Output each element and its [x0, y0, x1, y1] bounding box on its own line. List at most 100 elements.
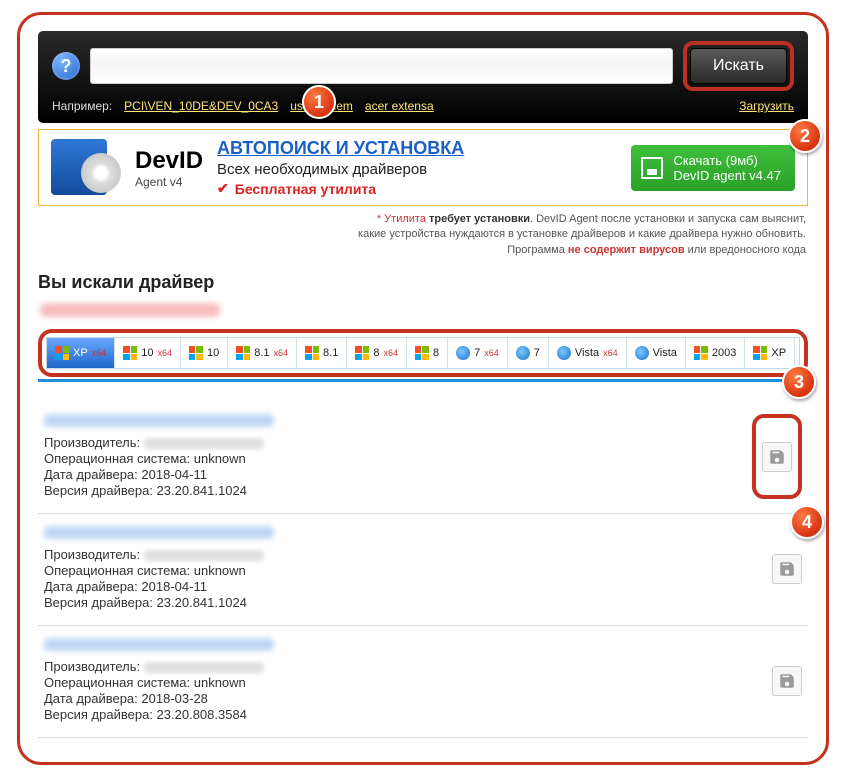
windows-icon — [305, 346, 319, 360]
value-date: 2018-03-28 — [141, 691, 208, 706]
os-tab-label: 2003 — [712, 347, 736, 359]
search-button[interactable]: Искать — [690, 48, 787, 84]
arch-sup: x64 — [92, 348, 107, 358]
windows-orb-icon — [516, 346, 530, 360]
result-title-blur — [44, 526, 274, 539]
os-tab-12[interactable]: XP — [745, 338, 795, 368]
download-line2: DevID agent v4.47 — [673, 168, 781, 183]
os-tab-label: 10 — [207, 347, 219, 359]
result-title-blur — [44, 638, 274, 651]
badge-1: 1 — [302, 85, 336, 119]
label-manufacturer: Производитель: — [44, 659, 140, 674]
label-manufacturer: Производитель: — [44, 435, 140, 450]
os-tab-label: Vista — [575, 347, 599, 359]
badge-2: 2 — [788, 119, 822, 153]
label-date: Дата драйвера: — [44, 579, 138, 594]
hint-link-0[interactable]: PCI\VEN_10DE&DEV_0CA3 — [124, 99, 278, 113]
os-tab-10[interactable]: Vista — [627, 338, 686, 368]
value-version: 23.20.841.1024 — [157, 595, 247, 610]
promo-banner: DevID Agent v4 АВТОПОИСК И УСТАНОВКА Все… — [38, 129, 808, 206]
value-blur — [144, 438, 264, 449]
os-tab-11[interactable]: 2003 — [686, 338, 745, 368]
arch-sup: x64 — [484, 348, 499, 358]
windows-orb-icon — [635, 346, 649, 360]
value-os: unknown — [194, 675, 246, 690]
download-button[interactable]: Скачать (9мб) DevID agent v4.47 — [631, 145, 795, 191]
arch-sup: x64 — [157, 348, 172, 358]
windows-icon — [123, 346, 137, 360]
result-item: Производитель: Операционная система: unk… — [38, 626, 808, 738]
os-tab-label: 7 — [534, 347, 540, 359]
windows-flag-icon — [753, 346, 767, 360]
download-icon[interactable] — [762, 442, 792, 472]
os-tab-2[interactable]: 10 — [181, 338, 228, 368]
os-tab-9[interactable]: Vistax64 — [549, 338, 627, 368]
check-icon: ✔ — [217, 180, 229, 197]
download-line1: Скачать (9мб) — [673, 153, 781, 168]
results-heading: Вы искали драйвер — [38, 272, 808, 293]
tabs-underline — [38, 379, 808, 382]
value-date: 2018-04-11 — [141, 579, 207, 594]
os-tab-label: 8 — [433, 347, 439, 359]
label-os: Операционная система: — [44, 563, 190, 578]
os-tab-13[interactable]: 2000 — [795, 338, 800, 368]
devid-logo-icon — [51, 139, 121, 197]
download-icon[interactable] — [772, 554, 802, 584]
result-item: Производитель: Операционная система: unk… — [38, 402, 808, 514]
os-tab-label: XP — [771, 347, 786, 359]
badge-3: 3 — [782, 365, 816, 399]
promo-subtitle: Agent v4 — [135, 175, 203, 189]
os-tab-8[interactable]: 7 — [508, 338, 549, 368]
footnote: * Утилита требует установки. DevID Agent… — [40, 212, 806, 258]
label-date: Дата драйвера: — [44, 691, 138, 706]
windows-icon — [189, 346, 203, 360]
label-manufacturer: Производитель: — [44, 547, 140, 562]
badge-4: 4 — [790, 505, 824, 539]
label-date: Дата драйвера: — [44, 467, 138, 482]
os-tab-1[interactable]: 10 x64 — [115, 338, 181, 368]
os-tab-label: 8.1 — [254, 347, 269, 359]
os-tabs: XPx6410x64108.1x648.18x6487x647Vistax64V… — [46, 337, 800, 369]
windows-icon — [415, 346, 429, 360]
value-date: 2018-04-11 — [141, 467, 207, 482]
promo-line3: Бесплатная утилита — [235, 181, 376, 197]
arch-sup: x64 — [383, 348, 398, 358]
os-tab-label: 8 — [373, 347, 379, 359]
os-tab-label: 8.1 — [323, 347, 338, 359]
value-blur — [144, 662, 264, 673]
promo-headline[interactable]: АВТОПОИСК И УСТАНОВКА — [217, 138, 617, 159]
windows-flag-icon — [55, 346, 69, 360]
label-version: Версия драйвера: — [44, 483, 153, 498]
value-blur — [144, 550, 264, 561]
download-icon[interactable] — [772, 666, 802, 696]
download-icon-highlight: 4 — [752, 414, 802, 499]
topbar: ? 1 Искать Например: PCI\VEN_10DE&DEV_0C… — [38, 31, 808, 123]
os-tab-0[interactable]: XPx64 — [47, 338, 115, 368]
value-os: unknown — [194, 451, 246, 466]
result-item: Производитель: Операционная система: unk… — [38, 514, 808, 626]
os-tab-label: 10 — [141, 347, 153, 359]
os-tab-5[interactable]: 8 x64 — [347, 338, 407, 368]
windows-flag-icon — [694, 346, 708, 360]
help-icon[interactable]: ? — [52, 52, 80, 80]
hint-link-2[interactable]: acer extensa — [365, 99, 434, 113]
os-tab-6[interactable]: 8 — [407, 338, 448, 368]
label-version: Версия драйвера: — [44, 595, 153, 610]
label-os: Операционная система: — [44, 451, 190, 466]
os-tab-4[interactable]: 8.1 — [297, 338, 347, 368]
windows-icon — [236, 346, 250, 360]
query-blur — [40, 303, 220, 317]
search-button-highlight: Искать — [683, 41, 794, 91]
search-input[interactable] — [90, 48, 673, 84]
promo-title: DevID — [135, 147, 203, 175]
os-tab-label: 7 — [474, 347, 480, 359]
load-link[interactable]: Загрузить — [739, 99, 794, 113]
value-os: unknown — [194, 563, 246, 578]
os-tab-label: Vista — [653, 347, 677, 359]
arch-sup: x64 — [274, 348, 289, 358]
promo-line2: Всех необходимых драйверов — [217, 161, 617, 178]
label-version: Версия драйвера: — [44, 707, 153, 722]
windows-orb-icon — [557, 346, 571, 360]
os-tab-7[interactable]: 7 x64 — [448, 338, 508, 368]
os-tab-3[interactable]: 8.1 x64 — [228, 338, 297, 368]
